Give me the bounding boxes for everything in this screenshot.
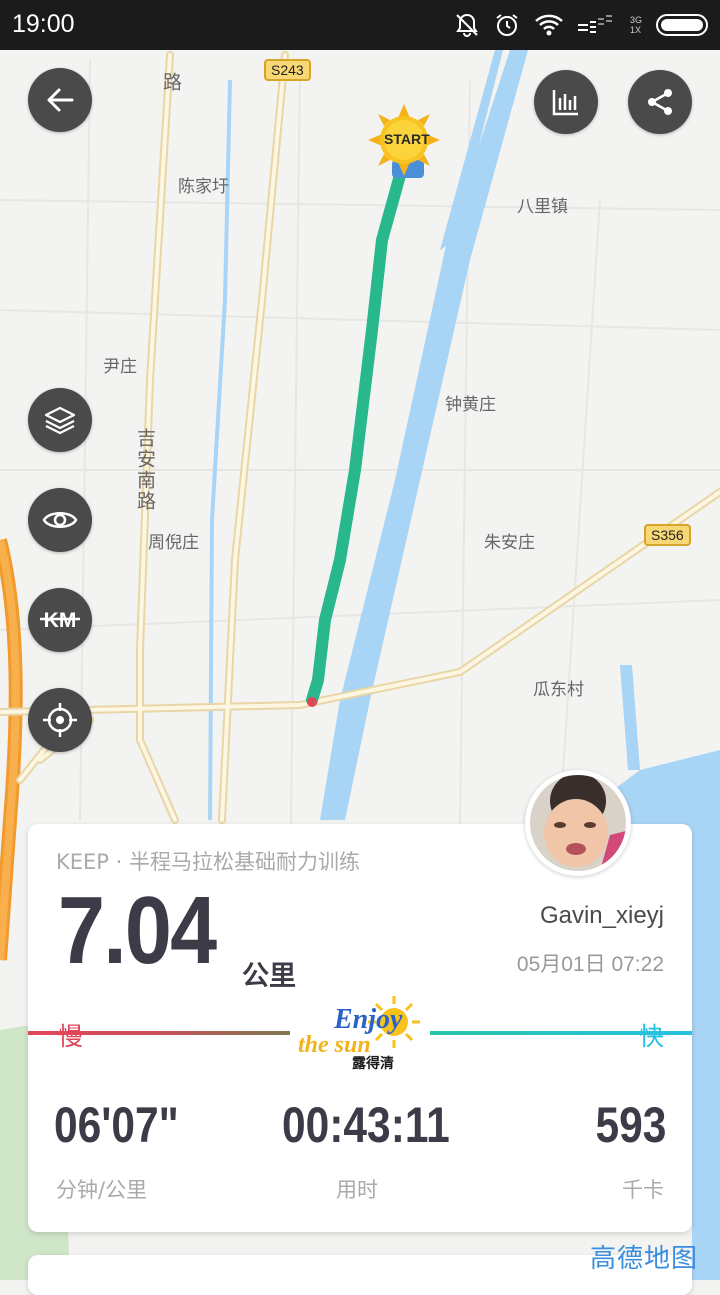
calories-value: 593 bbox=[595, 1097, 666, 1153]
road-shield-s356: S356 bbox=[644, 524, 691, 546]
map-label: 陈家圩 bbox=[178, 177, 229, 197]
alarm-icon bbox=[496, 14, 518, 36]
road-shield-s243: S243 bbox=[264, 59, 311, 81]
network-type: 3G 1X bbox=[630, 15, 642, 35]
calories-label: 千卡 bbox=[622, 1178, 664, 1202]
layers-icon bbox=[44, 406, 76, 435]
battery-icon bbox=[656, 14, 708, 36]
slow-label: 慢 bbox=[58, 1022, 84, 1051]
km-toggle-button[interactable]: KM bbox=[28, 588, 92, 652]
logo-text-enjoy: Enjoy bbox=[333, 1004, 403, 1035]
back-button[interactable] bbox=[28, 68, 92, 132]
route-end-dot bbox=[307, 697, 317, 707]
eye-icon bbox=[42, 512, 78, 528]
fast-label: 快 bbox=[638, 1022, 664, 1051]
stats-button[interactable] bbox=[534, 70, 598, 134]
locate-button[interactable] bbox=[28, 688, 92, 752]
signal-icon bbox=[577, 15, 612, 33]
logo-text-the-sun: the sun bbox=[298, 1032, 371, 1058]
bell-off-icon bbox=[456, 13, 478, 37]
workout-summary-card: KEEP · 半程马拉松基础耐力训练 7.04 公里 Gavin_xieyj 0… bbox=[28, 824, 692, 1232]
layers-button[interactable] bbox=[28, 388, 92, 452]
workout-datetime: 05月01日 07:22 bbox=[516, 953, 664, 976]
road-label: 吉安南路 bbox=[134, 428, 156, 512]
duration-label: 用时 bbox=[336, 1178, 378, 1202]
sponsor-logo: Enjoy the sun 露得清 bbox=[298, 996, 420, 1072]
road-label: 路 bbox=[160, 72, 182, 93]
start-marker-label: START bbox=[384, 131, 430, 147]
avatar[interactable] bbox=[525, 770, 631, 876]
network-type-label: 3G bbox=[629, 15, 642, 25]
status-time: 19:00 bbox=[12, 10, 75, 38]
map-label: 尹庄 bbox=[103, 357, 137, 377]
workout-subtitle: KEEP · 半程马拉松基础耐力训练 bbox=[56, 850, 360, 874]
map-label: 朱安庄 bbox=[484, 533, 535, 553]
distance-value: 7.04 bbox=[58, 877, 217, 984]
map-label: 钟黄庄 bbox=[445, 395, 496, 415]
network-sub-label: 1X bbox=[629, 25, 641, 35]
map-brand-watermark: 高德地图 bbox=[590, 1244, 699, 1274]
back-icon bbox=[47, 88, 74, 112]
logo-brand: 露得清 bbox=[352, 1055, 394, 1072]
crosshair-icon bbox=[43, 703, 77, 737]
share-button[interactable] bbox=[628, 70, 692, 134]
status-icons: 3G 1X bbox=[454, 8, 708, 42]
status-bar: 19:00 3G 1X bbox=[0, 0, 720, 50]
username[interactable]: Gavin_xieyj bbox=[540, 902, 664, 930]
avatar-photo bbox=[530, 775, 626, 871]
duration-value: 00:43:11 bbox=[282, 1097, 450, 1153]
visibility-button[interactable] bbox=[28, 488, 92, 552]
map-label: 周倪庄 bbox=[148, 533, 199, 553]
share-icon bbox=[648, 89, 672, 115]
km-off-icon: KM bbox=[40, 609, 80, 632]
km-label: KM bbox=[44, 609, 77, 632]
wifi-icon bbox=[535, 14, 563, 36]
distance-unit: 公里 bbox=[242, 961, 296, 992]
map-label: 八里镇 bbox=[517, 197, 568, 217]
pace-value: 06'07" bbox=[54, 1097, 179, 1153]
bar-chart-icon bbox=[552, 90, 578, 116]
pace-label: 分钟/公里 bbox=[56, 1178, 148, 1202]
map-label: 瓜东村 bbox=[533, 680, 584, 700]
